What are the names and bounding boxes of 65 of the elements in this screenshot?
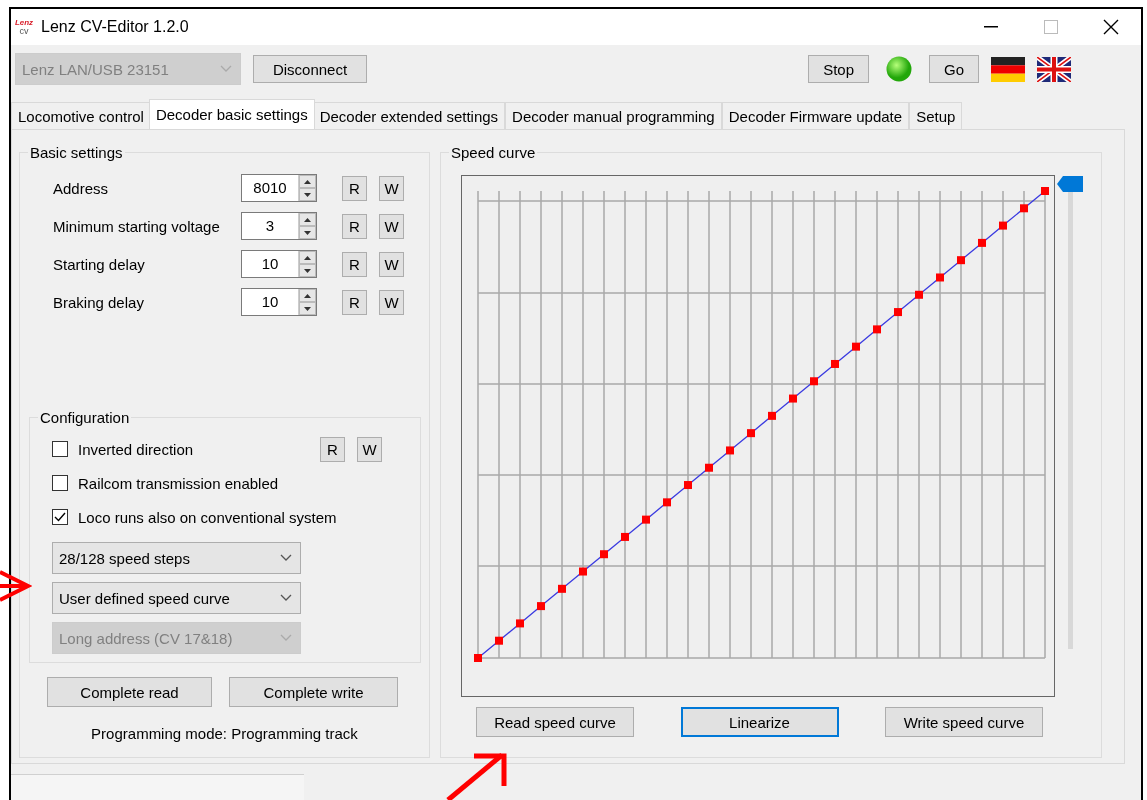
german-flag-icon[interactable]	[991, 56, 1025, 82]
complete-write-button[interactable]: Complete write	[229, 677, 398, 707]
write-button[interactable]: W	[379, 175, 404, 201]
checkbox[interactable]	[52, 441, 68, 457]
group-title: Basic settings	[29, 144, 124, 161]
checkbox-label: Railcom transmission enabled	[78, 474, 279, 492]
down-arrow-icon	[304, 306, 311, 311]
up-arrow-icon	[304, 179, 311, 184]
write-button[interactable]: W	[379, 289, 404, 315]
dropdown[interactable]: User defined speed curve	[52, 582, 301, 614]
number-spinner[interactable]: 8010	[241, 174, 317, 202]
chevron-icon	[280, 634, 292, 642]
speed-curve-button[interactable]: Write speed curve	[885, 707, 1043, 737]
write-button[interactable]: W	[379, 251, 404, 277]
down-arrow-icon	[304, 268, 311, 273]
field-label: Address	[53, 179, 110, 197]
dropdown[interactable]: 28/128 speed steps	[52, 542, 301, 574]
read-button[interactable]: R	[342, 213, 367, 239]
checkbox-label: Loco runs also on conventional system	[78, 508, 337, 526]
app-logo: Lenz cv	[13, 16, 35, 38]
stop-button[interactable]: Stop	[808, 55, 869, 83]
read-button[interactable]: R	[342, 175, 367, 201]
up-arrow-icon	[304, 217, 311, 222]
tab[interactable]: Decoder extended settings	[312, 102, 506, 129]
minimize-icon	[984, 26, 998, 28]
check-icon	[54, 512, 66, 522]
chevron-icon	[220, 65, 232, 73]
down-arrow-icon	[304, 192, 311, 197]
chevron-icon	[280, 554, 292, 562]
write-button[interactable]: W	[357, 436, 382, 462]
checkbox-label: Inverted direction	[78, 440, 194, 458]
field-label: Braking delay	[53, 293, 145, 311]
read-button[interactable]: R	[342, 251, 367, 277]
number-spinner[interactable]: 3	[241, 212, 317, 240]
window-title: Lenz CV-Editor 1.2.0	[41, 18, 189, 36]
maximize-icon	[1044, 20, 1058, 34]
go-button[interactable]: Go	[929, 55, 979, 83]
read-button[interactable]: R	[342, 289, 367, 315]
checkbox[interactable]	[52, 509, 68, 525]
chevron-icon	[280, 594, 292, 602]
complete-read-button[interactable]: Complete read	[47, 677, 212, 707]
tab[interactable]: Decoder basic settings	[148, 99, 315, 129]
close-icon	[1103, 19, 1119, 35]
group-title: Speed curve	[450, 144, 537, 161]
speed-curve-button[interactable]: Read speed curve	[476, 707, 634, 737]
disconnect-button[interactable]: Disconnect	[253, 55, 367, 83]
tab[interactable]: Locomotive control	[11, 102, 151, 129]
number-spinner[interactable]: 10	[241, 250, 317, 278]
programming-mode-text: Programming mode: Programming track	[91, 725, 358, 742]
field-label: Minimum starting voltage	[53, 217, 221, 235]
tab[interactable]: Decoder manual programming	[505, 102, 722, 129]
number-spinner[interactable]: 10	[241, 288, 317, 316]
read-button[interactable]: R	[320, 436, 345, 462]
speed-curve-button[interactable]: Linearize	[680, 707, 839, 737]
group-title: Configuration	[39, 409, 131, 426]
up-arrow-icon	[304, 255, 311, 260]
field-label: Starting delay	[53, 255, 146, 273]
slider-thumb[interactable]	[1057, 176, 1083, 192]
tab[interactable]: Setup	[909, 102, 963, 129]
write-button[interactable]: W	[379, 213, 404, 239]
checkbox[interactable]	[52, 475, 68, 491]
tab[interactable]: Decoder Firmware update	[721, 102, 910, 129]
british-flag-icon[interactable]	[1037, 56, 1071, 82]
down-arrow-icon	[304, 230, 311, 235]
up-arrow-icon	[304, 293, 311, 298]
